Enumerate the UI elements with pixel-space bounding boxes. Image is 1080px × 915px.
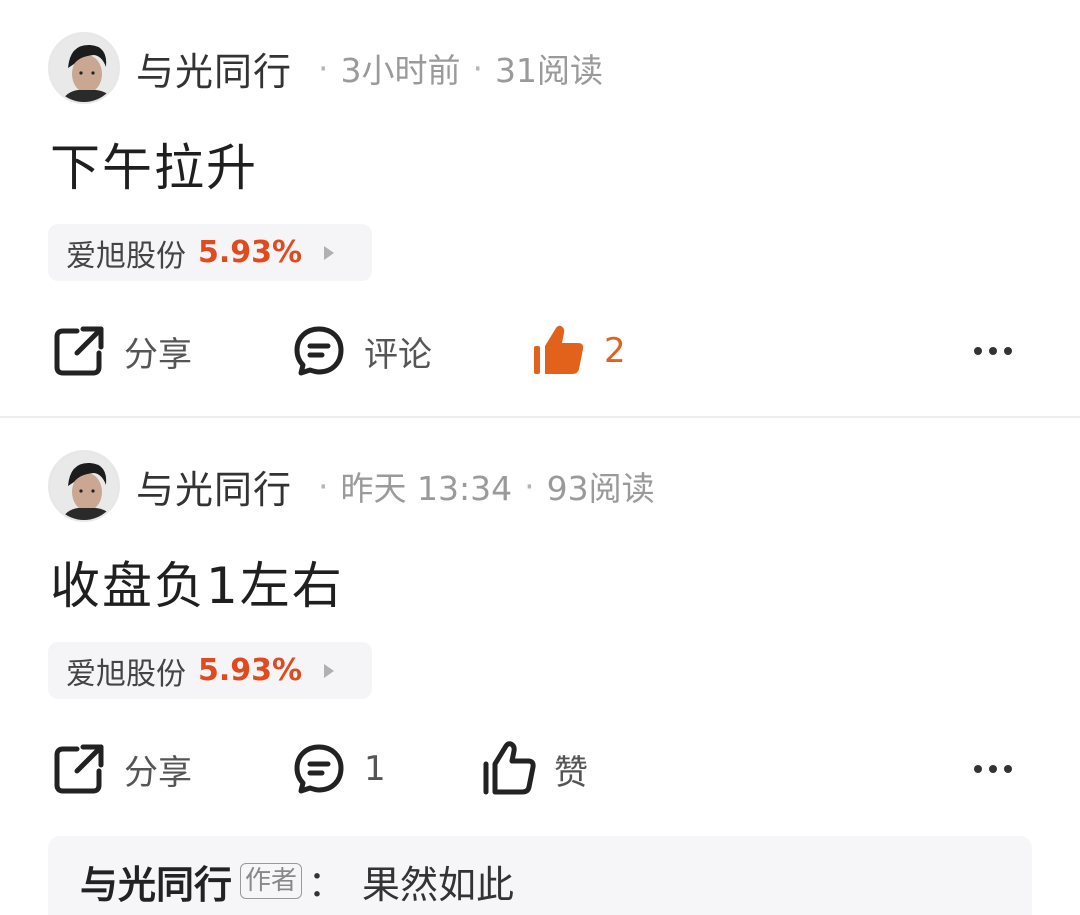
- stock-name: 爱旭股份: [66, 238, 186, 274]
- share-icon: [50, 322, 108, 380]
- separator-dot: ·: [472, 48, 484, 88]
- stock-change: 5.93%: [198, 235, 303, 270]
- comment-button[interactable]: 评论: [290, 316, 432, 386]
- share-label: 分享: [124, 334, 192, 375]
- comment-colon: ：: [308, 864, 345, 905]
- comment-count: 1: [364, 749, 386, 789]
- separator-dot: ·: [318, 466, 329, 506]
- author-name[interactable]: 与光同行: [136, 459, 292, 514]
- post-time: 昨天 13:34: [340, 469, 513, 508]
- post-header: 与光同行 · 3小时前 · 31阅读: [48, 32, 603, 104]
- stock-tag[interactable]: 爱旭股份 5.93%: [48, 224, 372, 281]
- avatar[interactable]: [48, 450, 120, 522]
- comment-text: 果然如此: [362, 862, 515, 907]
- more-icon: [974, 347, 1012, 355]
- more-button[interactable]: [974, 734, 1012, 804]
- post-meta: · 昨天 13:34 · 93阅读: [306, 462, 655, 510]
- share-button[interactable]: 分享: [50, 316, 192, 386]
- stock-name: 爱旭股份: [66, 656, 186, 692]
- share-label: 分享: [124, 752, 192, 793]
- stock-tag[interactable]: 爱旭股份 5.93%: [48, 642, 372, 699]
- like-label: 赞: [554, 752, 588, 793]
- like-button[interactable]: 赞: [480, 734, 588, 804]
- thumbs-up-outline-icon: [480, 740, 538, 798]
- post-card[interactable]: 与光同行 · 昨天 13:34 · 93阅读 收盘负1左右 爱旭股份 5.93%…: [0, 418, 1080, 915]
- comment-icon: [290, 740, 348, 798]
- chevron-right-icon: [324, 245, 335, 260]
- post-card[interactable]: 与光同行 · 3小时前 · 31阅读 下午拉升 爱旭股份 5.93% 分享 评论…: [0, 0, 1080, 416]
- action-bar: 分享 评论 2: [0, 316, 1080, 386]
- comment-label: 评论: [364, 334, 432, 375]
- more-button[interactable]: [974, 316, 1012, 386]
- read-count: 31阅读: [495, 51, 604, 90]
- author-badge: 作者: [240, 863, 303, 899]
- author-name[interactable]: 与光同行: [136, 41, 292, 96]
- post-header: 与光同行 · 昨天 13:34 · 93阅读: [48, 450, 655, 522]
- post-content[interactable]: 收盘负1左右: [50, 546, 344, 618]
- more-icon: [974, 765, 1012, 773]
- post-time: 3小时前: [340, 51, 461, 90]
- share-button[interactable]: 分享: [50, 734, 192, 804]
- share-icon: [50, 740, 108, 798]
- avatar[interactable]: [48, 32, 120, 104]
- post-content[interactable]: 下午拉升: [50, 128, 258, 200]
- separator-dot: ·: [524, 466, 535, 506]
- comment-author[interactable]: 与光同行: [80, 854, 232, 909]
- comment-button[interactable]: 1: [290, 734, 386, 804]
- like-button[interactable]: 2: [530, 316, 626, 386]
- comment-preview[interactable]: 与光同行 作者 ： 果然如此: [48, 836, 1032, 915]
- like-count: 2: [604, 331, 626, 371]
- stock-change: 5.93%: [198, 653, 303, 688]
- comment-icon: [290, 322, 348, 380]
- read-count: 93阅读: [546, 469, 655, 508]
- thumbs-up-filled-icon: [530, 322, 588, 380]
- action-bar: 分享 1 赞: [0, 734, 1080, 804]
- post-meta: · 3小时前 · 31阅读: [306, 44, 603, 92]
- separator-dot: ·: [318, 48, 329, 88]
- chevron-right-icon: [324, 663, 335, 678]
